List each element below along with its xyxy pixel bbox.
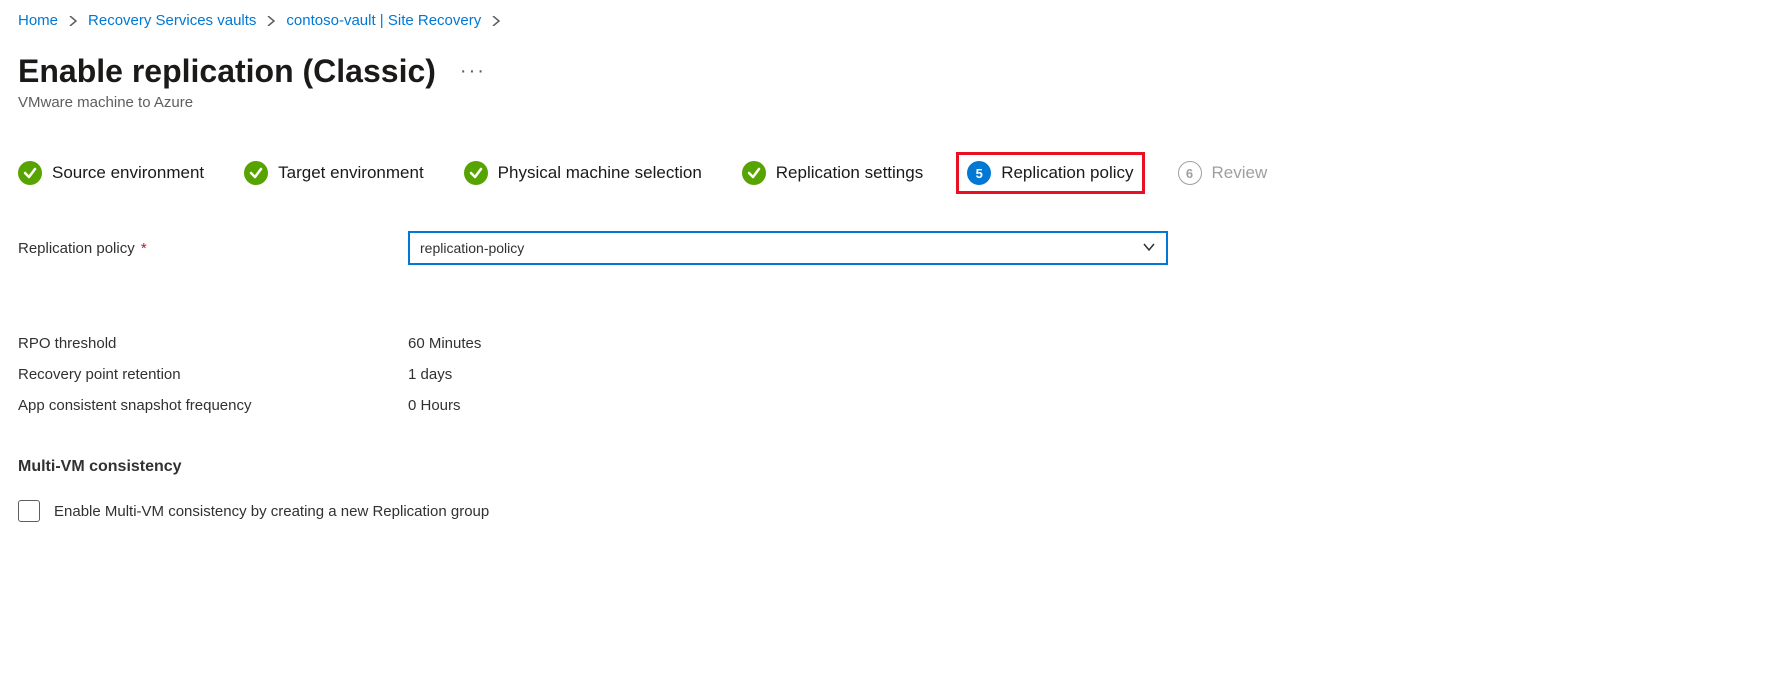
required-asterisk: * <box>137 240 147 257</box>
chevron-right-icon <box>491 12 501 29</box>
check-icon <box>244 161 268 185</box>
dropdown-value: replication-policy <box>420 240 524 256</box>
breadcrumb-home[interactable]: Home <box>18 12 58 29</box>
step-label: Source environment <box>52 163 204 183</box>
page-title: Enable replication (Classic) <box>18 53 436 90</box>
check-icon <box>18 161 42 185</box>
recovery-retention-label: Recovery point retention <box>18 366 408 383</box>
replication-policy-dropdown[interactable]: replication-policy <box>408 231 1168 265</box>
multi-vm-checkbox-label: Enable Multi-VM consistency by creating … <box>54 503 489 520</box>
breadcrumb-vault[interactable]: contoso-vault | Site Recovery <box>286 12 481 29</box>
step-physical-machine-selection[interactable]: Physical machine selection <box>464 161 702 185</box>
step-label: Replication policy <box>1001 163 1133 183</box>
recovery-retention-value: 1 days <box>408 366 452 383</box>
rpo-threshold-label: RPO threshold <box>18 335 408 352</box>
multi-vm-checkbox[interactable] <box>18 500 40 522</box>
step-label: Review <box>1212 163 1268 183</box>
wizard-steps: Source environment Target environment Ph… <box>18 159 1770 187</box>
multi-vm-heading: Multi-VM consistency <box>18 458 1770 476</box>
step-label: Physical machine selection <box>498 163 702 183</box>
step-replication-settings[interactable]: Replication settings <box>742 161 923 185</box>
chevron-right-icon <box>68 12 78 29</box>
chevron-down-icon <box>1142 240 1156 257</box>
step-number-icon: 5 <box>967 161 991 185</box>
step-source-environment[interactable]: Source environment <box>18 161 204 185</box>
step-label: Target environment <box>278 163 424 183</box>
step-number-icon: 6 <box>1178 161 1202 185</box>
step-review: 6 Review <box>1178 161 1268 185</box>
breadcrumb-rsv[interactable]: Recovery Services vaults <box>88 12 256 29</box>
step-target-environment[interactable]: Target environment <box>244 161 424 185</box>
page-subtitle: VMware machine to Azure <box>18 94 1770 111</box>
snapshot-frequency-label: App consistent snapshot frequency <box>18 397 408 414</box>
replication-policy-label: Replication policy * <box>18 240 408 257</box>
snapshot-frequency-value: 0 Hours <box>408 397 461 414</box>
breadcrumb: Home Recovery Services vaults contoso-va… <box>18 12 1770 29</box>
check-icon <box>464 161 488 185</box>
chevron-right-icon <box>266 12 276 29</box>
check-icon <box>742 161 766 185</box>
rpo-threshold-value: 60 Minutes <box>408 335 481 352</box>
step-label: Replication settings <box>776 163 923 183</box>
more-actions-button[interactable]: ··· <box>460 60 486 83</box>
step-replication-policy[interactable]: 5 Replication policy <box>963 159 1137 187</box>
